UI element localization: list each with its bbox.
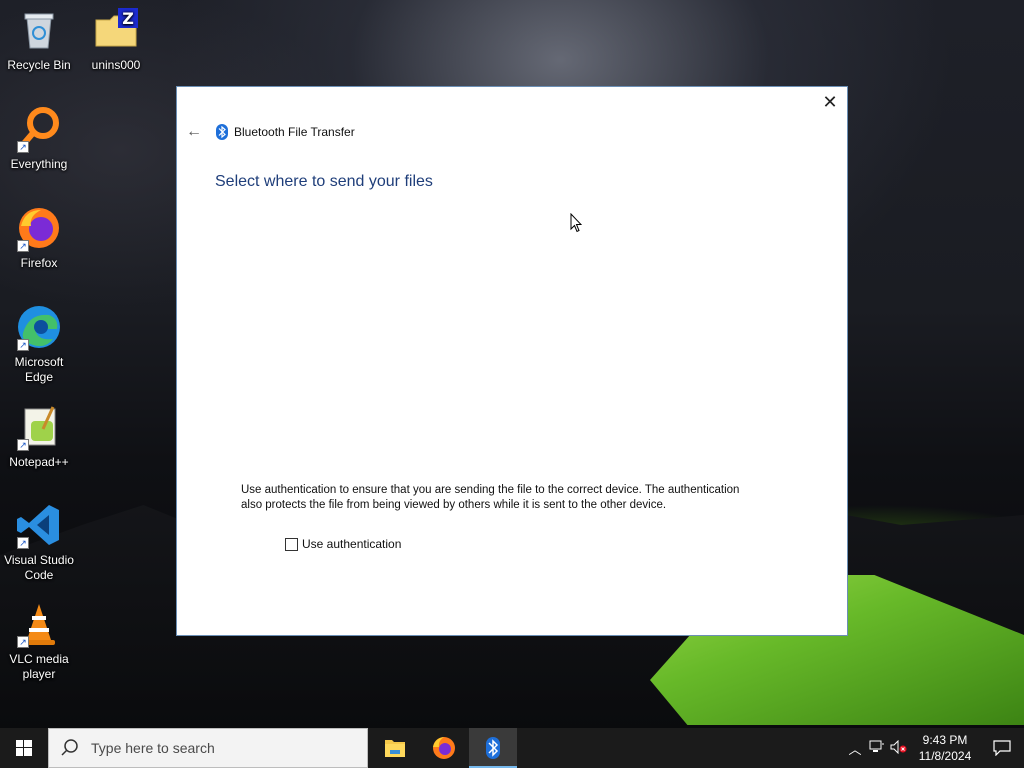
search-icon — [61, 739, 78, 756]
edge-icon: ↗ — [15, 303, 63, 351]
desktop-icon-label: Notepad++ — [9, 455, 69, 469]
start-button[interactable] — [0, 728, 48, 768]
volume-muted-icon[interactable] — [888, 739, 910, 757]
notepad-plus-plus-icon: ↗ — [15, 403, 63, 451]
desktop-icon-everything[interactable]: ↗ Everything — [1, 105, 77, 172]
desktop-icon-label: unins000 — [91, 58, 141, 72]
taskbar: Type here to search ︿ 9:43 PM 11/8/2024 — [0, 728, 1024, 768]
desktop-icon-vlc[interactable]: ↗ VLC media player — [1, 600, 77, 682]
use-authentication-checkbox[interactable] — [285, 537, 298, 551]
system-tray: ︿ 9:43 PM 11/8/2024 — [844, 728, 1024, 768]
use-authentication-option[interactable]: Use authentication — [285, 537, 401, 551]
firefox-icon — [433, 737, 455, 759]
file-explorer-icon — [385, 740, 405, 757]
taskbar-clock[interactable]: 9:43 PM 11/8/2024 — [910, 732, 980, 764]
recycle-bin-icon — [15, 6, 63, 54]
close-button[interactable]: ✕ — [819, 91, 841, 113]
dialog-title: Bluetooth File Transfer — [234, 125, 355, 139]
windows-logo-icon — [16, 740, 32, 756]
bluetooth-file-transfer-dialog: ✕ ← Bluetooth File Transfer Select where… — [176, 86, 848, 636]
taskbar-firefox[interactable] — [420, 728, 468, 768]
network-icon[interactable] — [866, 740, 888, 757]
use-authentication-label[interactable]: Use authentication — [302, 537, 401, 551]
clock-date: 11/8/2024 — [918, 749, 972, 763]
action-center-button[interactable] — [980, 728, 1024, 768]
desktop-icon-label: VLC media player — [9, 652, 69, 681]
magnifier-icon: ↗ — [15, 105, 63, 153]
taskbar-bluetooth[interactable] — [469, 728, 517, 768]
desktop-icon-firefox[interactable]: ↗ Firefox — [1, 204, 77, 271]
desktop-icon-recycle-bin[interactable]: Recycle Bin — [1, 6, 77, 73]
bluetooth-icon — [486, 737, 500, 759]
desktop-icon-microsoft-edge[interactable]: ↗ Microsoft Edge — [1, 303, 77, 385]
shortcut-arrow-icon: ↗ — [17, 439, 29, 451]
desktop-icon-label: Everything — [10, 157, 68, 171]
clock-time: 9:43 PM — [922, 733, 968, 747]
svg-text:Z: Z — [122, 9, 134, 28]
shortcut-arrow-icon: ↗ — [17, 240, 29, 252]
vscode-icon: ↗ — [15, 501, 63, 549]
folder-icon: Z — [92, 6, 140, 54]
chevron-up-icon[interactable]: ︿ — [844, 739, 866, 758]
shortcut-arrow-icon: ↗ — [17, 141, 29, 153]
shortcut-arrow-icon: ↗ — [17, 339, 29, 351]
firefox-icon: ↗ — [15, 204, 63, 252]
desktop-icon-label: Visual Studio Code — [4, 553, 74, 582]
desktop-icon-unins000[interactable]: Z unins000 — [78, 6, 154, 73]
back-button[interactable]: ← — [183, 121, 205, 143]
desktop-icon-label: Firefox — [20, 256, 58, 270]
desktop-icon-visual-studio-code[interactable]: ↗ Visual Studio Code — [1, 501, 77, 583]
notification-icon — [993, 740, 1011, 756]
desktop-icon-label: Microsoft Edge — [14, 355, 64, 384]
search-placeholder: Type here to search — [91, 740, 215, 756]
vlc-cone-icon: ↗ — [15, 600, 63, 648]
shortcut-arrow-icon: ↗ — [17, 636, 29, 648]
bluetooth-icon — [216, 124, 228, 140]
mouse-cursor-icon — [570, 212, 583, 233]
desktop-icon-label: Recycle Bin — [7, 58, 71, 72]
auth-description: Use authentication to ensure that you ar… — [241, 484, 740, 511]
taskbar-search-box[interactable]: Type here to search — [48, 728, 368, 768]
taskbar-file-explorer[interactable] — [371, 728, 419, 768]
shortcut-arrow-icon: ↗ — [17, 537, 29, 549]
page-heading: Select where to send your files — [215, 173, 433, 190]
desktop-icon-notepad-plus-plus[interactable]: ↗ Notepad++ — [1, 403, 77, 470]
